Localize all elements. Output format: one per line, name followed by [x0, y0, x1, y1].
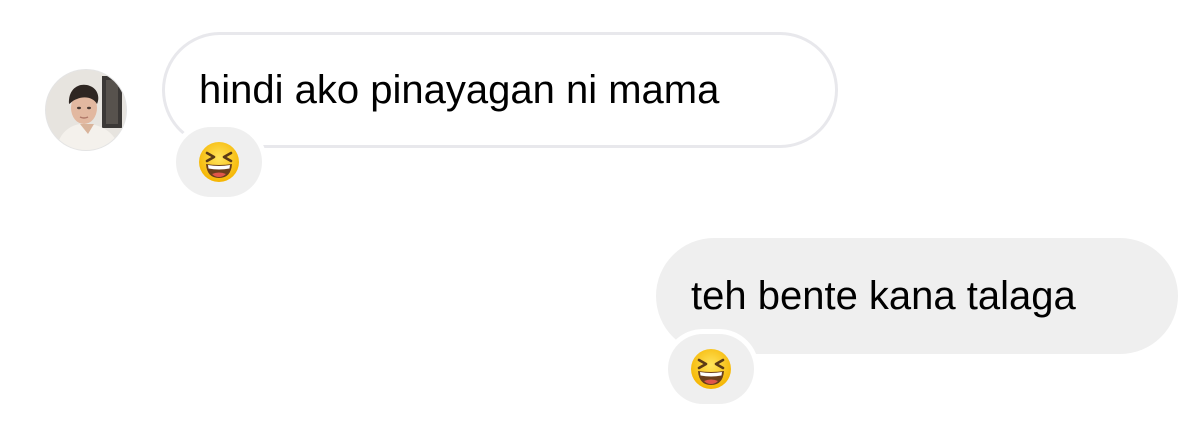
- incoming-message-reaction[interactable]: [176, 127, 262, 197]
- grinning-squinting-face-icon: [199, 142, 239, 182]
- avatar-photo: [46, 70, 126, 150]
- incoming-message-bubble[interactable]: hindi ako pinayagan ni mama: [162, 32, 838, 148]
- outgoing-message-reaction[interactable]: [668, 334, 754, 404]
- outgoing-message-text: teh bente kana talaga: [691, 273, 1076, 318]
- grinning-squinting-face-icon: [691, 349, 731, 389]
- incoming-message-text: hindi ako pinayagan ni mama: [199, 67, 720, 112]
- sender-avatar[interactable]: [46, 70, 126, 150]
